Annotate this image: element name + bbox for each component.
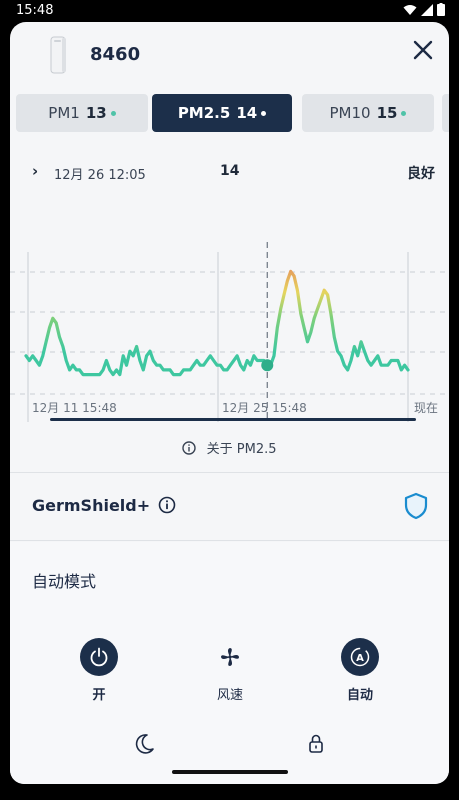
fan-speed-label: 风速 [216, 688, 243, 703]
shield-icon[interactable] [403, 492, 429, 520]
about-pm25-link[interactable]: 关于 PM2.5 [10, 438, 449, 457]
power-button-circle[interactable] [80, 638, 118, 676]
mode-section: 自动模式 开 风速 A 自动 [10, 542, 449, 784]
fan-icon [221, 648, 239, 666]
status-dot-icon [401, 110, 407, 116]
header: 8460 [10, 22, 449, 88]
air-quality-label: 良好 [407, 166, 435, 182]
power-label: 开 [92, 688, 106, 703]
chart-gridlines [10, 271, 449, 395]
auto-mode-label: 自动 [346, 688, 373, 703]
home-indicator [172, 770, 288, 774]
x-tick-label-start: 12月 11 15:48 [32, 401, 117, 415]
chevron-right-icon[interactable]: › [32, 162, 38, 180]
pm-chart-svg[interactable]: 12月 11 15:48 12月 25 15:48 现在 [10, 212, 449, 422]
tab-pm25[interactable]: PM2.5 14 [152, 94, 292, 132]
germshield-title: GermShield+ [32, 496, 151, 515]
info-icon [182, 441, 197, 455]
fan-speed-button[interactable]: 风速 [185, 638, 275, 703]
tab-pm1[interactable]: PM1 13 [16, 94, 148, 132]
chart-cursor-point[interactable] [261, 359, 274, 372]
selected-date: 12月 26 12:05 [54, 168, 146, 183]
close-icon[interactable] [409, 36, 437, 64]
x-tick-label-now: 现在 [414, 401, 438, 415]
tab-pm10[interactable]: PM10 15 [302, 94, 434, 132]
mode-label: 自动模式 [32, 572, 97, 591]
signal-icon [421, 3, 433, 16]
germshield-info-icon[interactable] [158, 496, 176, 514]
status-time: 15:48 [16, 3, 54, 18]
status-dot-icon [261, 110, 267, 116]
lock-icon[interactable] [302, 730, 330, 758]
status-bar: 15:48 [0, 0, 459, 22]
auto-mode-button-circle[interactable]: A [341, 638, 379, 676]
tab-pm10-value: 15 [376, 104, 398, 122]
pm-tab-bar: PM1 13 PM2.5 14 PM10 15 [10, 94, 449, 134]
tab-pm1-value: 13 [85, 104, 107, 122]
device-name: 8460 [90, 44, 141, 65]
moon-icon[interactable] [130, 730, 158, 758]
battery-icon [437, 3, 445, 16]
chart-scrollbar[interactable] [50, 418, 416, 421]
about-pm25-label: 关于 PM2.5 [206, 442, 277, 457]
germshield-row: GermShield+ [10, 474, 449, 540]
status-icons [403, 3, 445, 16]
divider [10, 540, 449, 541]
chart-info-row: › 12月 26 12:05 14 良好 [10, 162, 449, 186]
power-button[interactable]: 开 [54, 638, 144, 703]
auto-mode-icon: A [350, 647, 370, 667]
tab-next-partial[interactable] [442, 94, 449, 132]
x-tick-label-mid: 12月 25 15:48 [222, 401, 307, 415]
tab-pm10-label: PM10 [329, 104, 371, 122]
pm25-series-line [24, 269, 410, 377]
status-dot-icon [110, 110, 116, 116]
auto-mode-button[interactable]: A 自动 [315, 638, 405, 703]
svg-text:A: A [356, 653, 364, 664]
tab-pm1-label: PM1 [48, 104, 80, 122]
purifier-device-icon [50, 36, 66, 74]
device-sheet: 8460 PM1 13 PM2.5 14 PM10 15 › 12月 26 12… [10, 22, 449, 784]
wifi-icon [403, 4, 417, 15]
fan-speed-button-circle[interactable] [211, 638, 249, 676]
selected-value: 14 [220, 163, 240, 179]
pm-chart[interactable]: 12月 11 15:48 12月 25 15:48 现在 [10, 212, 449, 422]
chart-date-markers [27, 252, 409, 422]
tab-pm25-value: 14 [236, 104, 258, 122]
divider [10, 472, 449, 473]
tab-pm25-label: PM2.5 [177, 104, 231, 122]
power-icon [90, 647, 108, 667]
